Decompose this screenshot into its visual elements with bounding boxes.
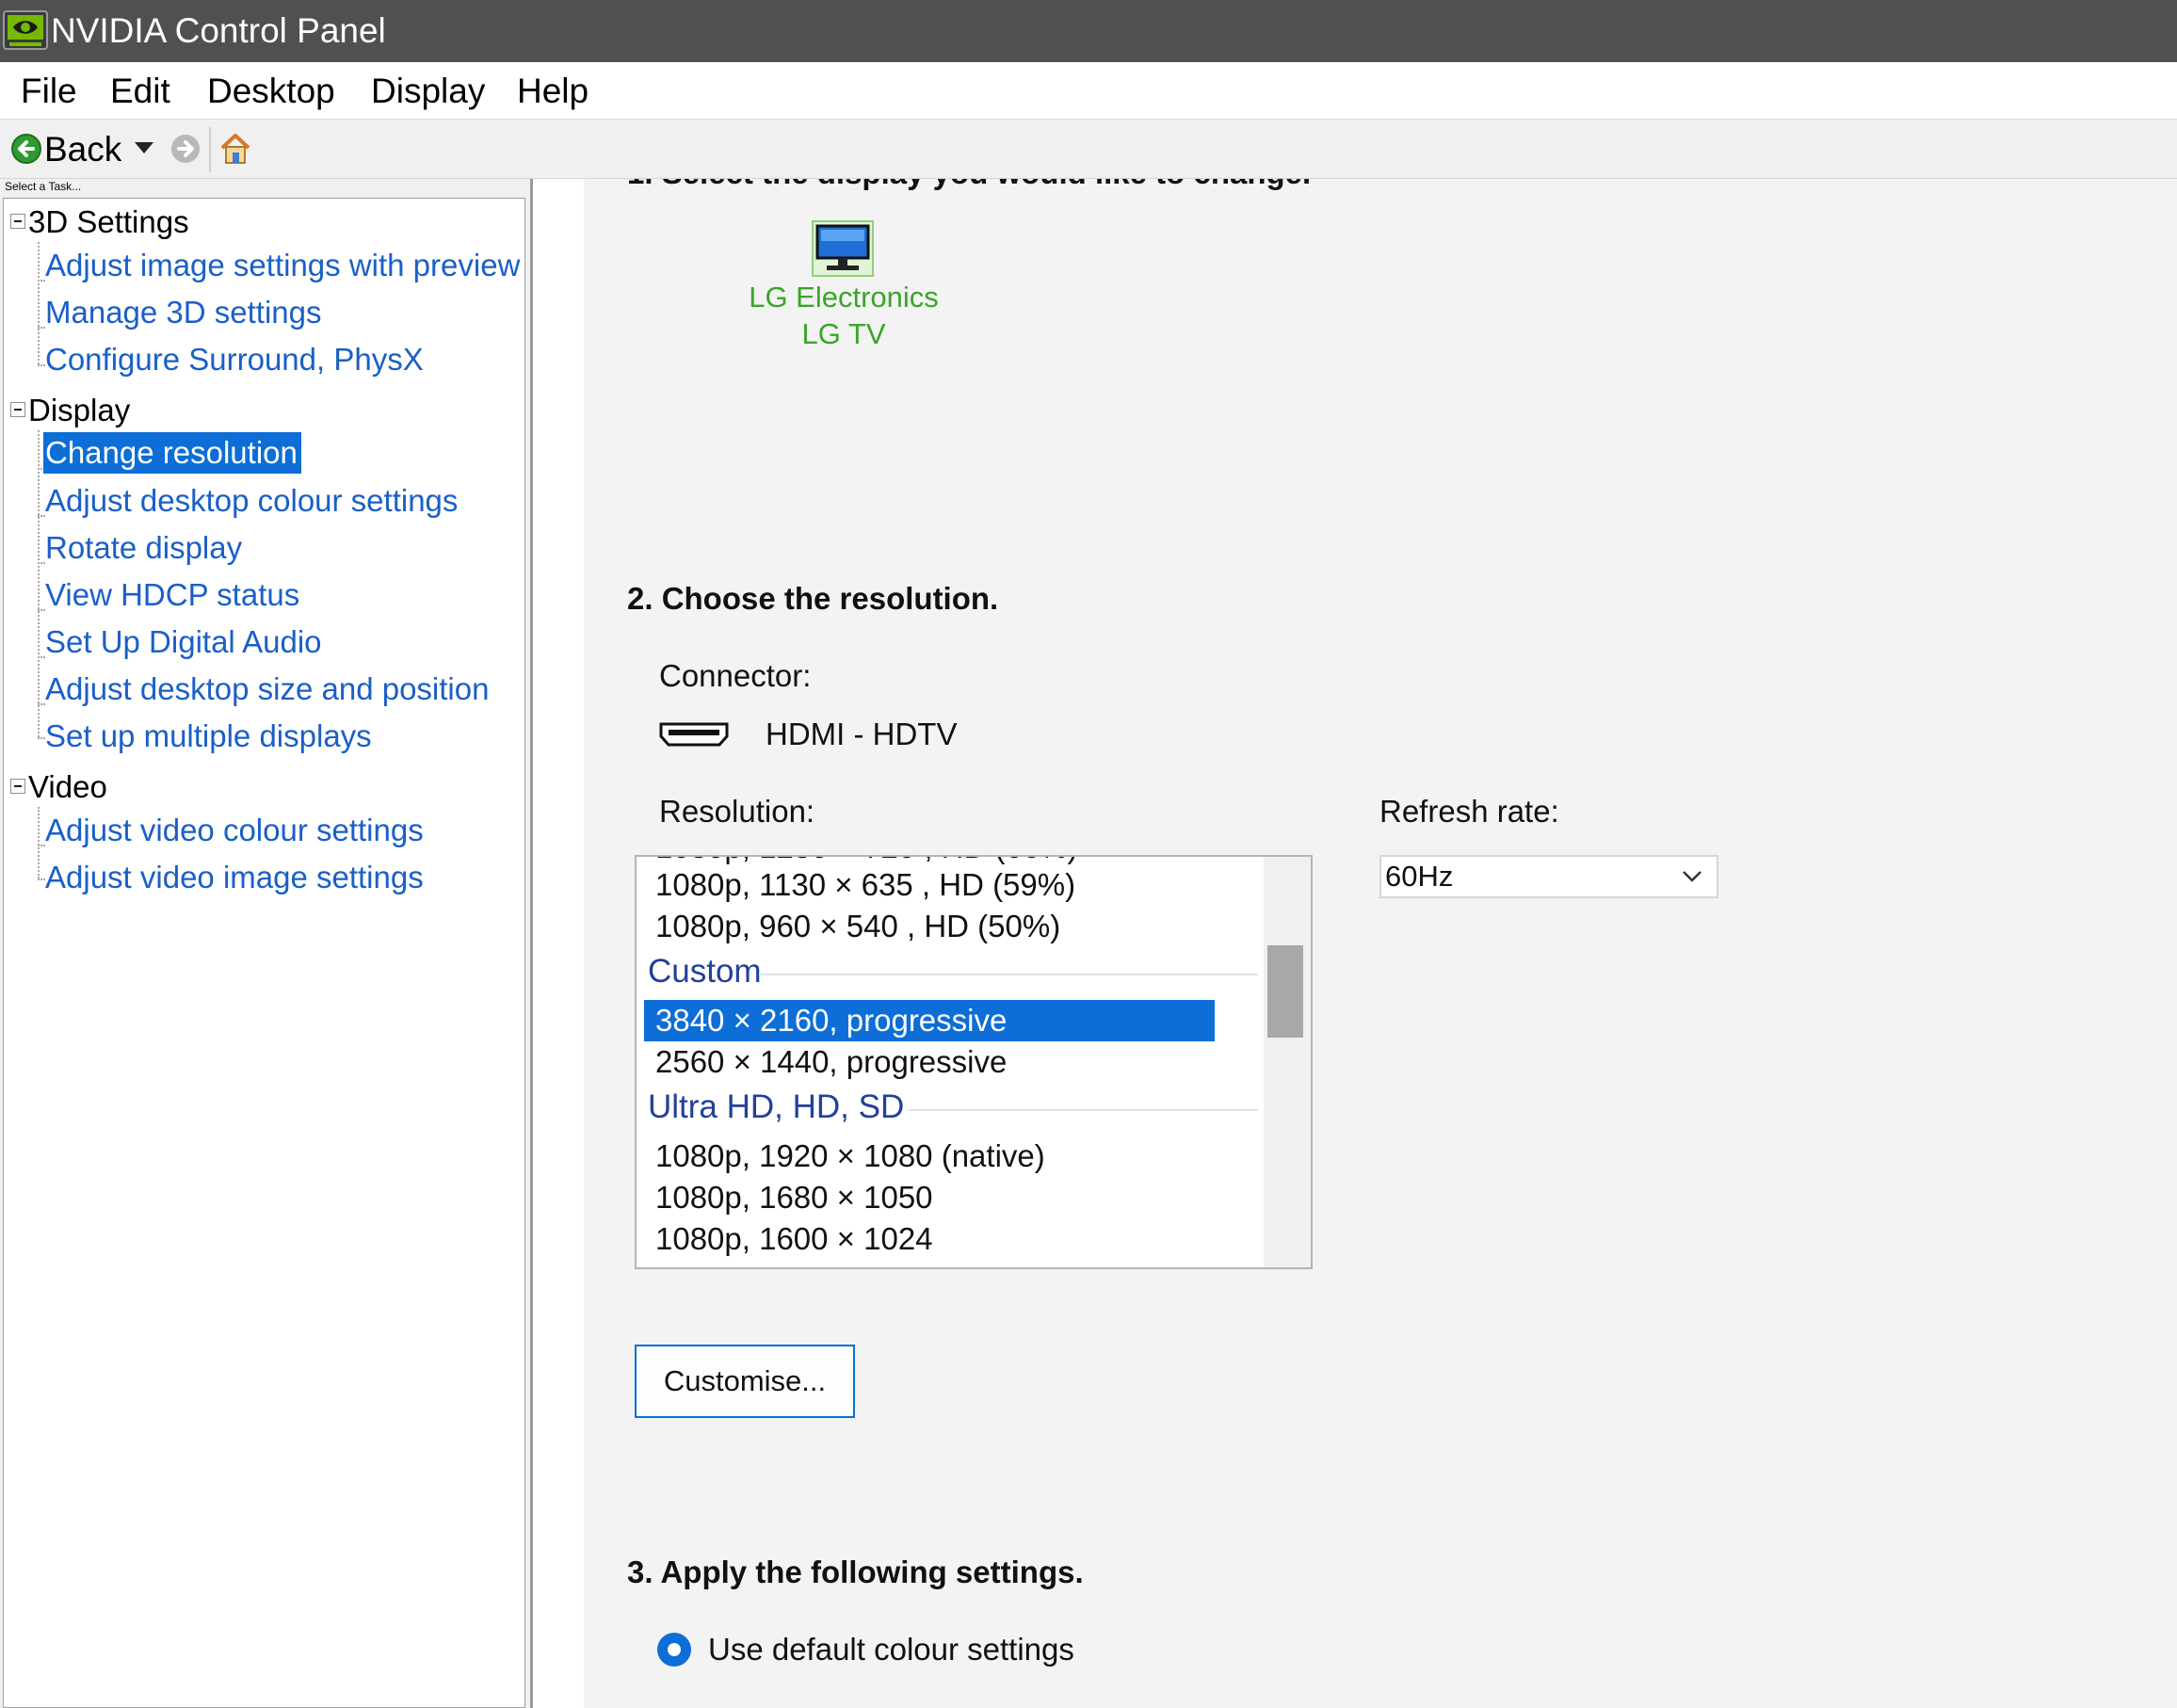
task-set-up-digital-audio[interactable]: Set Up Digital Audio <box>43 621 326 663</box>
section1-heading: 1. Select the display you would like to … <box>627 179 1311 194</box>
task-adjust-video-colour-settings[interactable]: Adjust video colour settings <box>43 810 427 851</box>
resolution-item[interactable]: 1080p, 1680 × 1050 <box>655 1177 933 1218</box>
menu-desktop[interactable]: Desktop <box>207 62 335 121</box>
connector-value: HDMI - HDTV <box>766 717 958 751</box>
customise-button[interactable]: Customise... <box>635 1345 855 1418</box>
tree-connector <box>38 430 40 737</box>
category-display[interactable]: Display <box>28 390 130 431</box>
resolution-item[interactable]: 2560 × 1440, progressive <box>655 1041 1007 1083</box>
task-set-up-multiple-displays[interactable]: Set up multiple displays <box>43 716 376 757</box>
resolution-item-selected[interactable]: 3840 × 2160, progressive <box>644 1000 1215 1041</box>
task-manage-3d-settings[interactable]: Manage 3D settings <box>43 292 326 333</box>
radio-default-colour-selected[interactable] <box>655 1631 693 1668</box>
refresh-rate-label: Refresh rate: <box>1379 794 1559 829</box>
resolution-item[interactable]: 1080p, 1130 × 635 , HD (59%) <box>655 864 1075 906</box>
task-configure-surround-physx[interactable]: Configure Surround, PhysX <box>43 339 427 380</box>
menu-edit[interactable]: Edit <box>110 62 170 121</box>
resolution-label: Resolution: <box>659 794 815 829</box>
content-pane: 1. Select the display you would like to … <box>533 179 2177 1708</box>
category-3d-settings[interactable]: 3D Settings <box>28 201 189 243</box>
task-tree: 3D Settings Adjust image settings with p… <box>3 198 525 1708</box>
category-video[interactable]: Video <box>28 766 107 808</box>
collapse-3d-settings-icon[interactable] <box>10 214 25 229</box>
tree-connector <box>38 807 40 878</box>
task-change-resolution[interactable]: Change resolution <box>43 432 301 474</box>
chevron-down-icon <box>1683 871 1701 882</box>
title-bar: NVIDIA Control Panel <box>0 0 2177 62</box>
nvidia-logo-icon <box>3 10 48 50</box>
task-adjust-desktop-colour-settings[interactable]: Adjust desktop colour settings <box>43 480 461 522</box>
section3-heading: 3. Apply the following settings. <box>627 1555 1084 1589</box>
refresh-rate-value: 60Hz <box>1385 860 1454 893</box>
connector-label: Connector: <box>659 658 812 693</box>
resolution-group-ultra-hd: Ultra HD, HD, SD <box>648 1088 905 1125</box>
menu-file[interactable]: File <box>21 62 77 121</box>
back-label: Back <box>44 130 122 169</box>
content-area: 1. Select the display you would like to … <box>584 179 2177 1708</box>
resolution-list[interactable]: 1080p, 1280 × 720 , HD (66%) 1080p, 1130… <box>635 855 1313 1269</box>
task-adjust-image-settings-with-preview[interactable]: Adjust image settings with preview <box>43 245 524 286</box>
collapse-display-icon[interactable] <box>10 402 25 417</box>
back-arrow-icon <box>11 134 41 164</box>
display-tile-lg-tv[interactable]: LG Electronics LG TV <box>744 220 943 362</box>
home-icon[interactable] <box>218 131 252 167</box>
resolution-group-custom: Custom <box>648 953 762 990</box>
radio-default-colour-label[interactable]: Use default colour settings <box>708 1629 1074 1670</box>
task-adjust-video-image-settings[interactable]: Adjust video image settings <box>43 857 427 898</box>
resolution-item[interactable]: 1080p, 960 × 540 , HD (50%) <box>655 906 1060 947</box>
scrollbar-thumb[interactable] <box>1267 945 1303 1038</box>
hdmi-connector-icon <box>659 722 729 747</box>
resolution-item[interactable]: 1080p, 1920 × 1080 (native) <box>655 1136 1045 1177</box>
toolbar-separator <box>209 127 211 172</box>
display-name-line1: LG Electronics <box>749 281 939 314</box>
group-divider <box>759 974 1258 975</box>
menu-help[interactable]: Help <box>517 62 589 121</box>
menu-display[interactable]: Display <box>371 62 485 121</box>
resolution-item[interactable]: 1080p, 1600 × 1024 <box>655 1218 933 1260</box>
task-pane-caption: Select a Task... <box>5 180 82 193</box>
collapse-video-icon[interactable] <box>10 779 25 794</box>
toolbar: Back <box>0 120 2177 180</box>
monitor-icon <box>812 220 874 277</box>
menu-bar: File Edit Desktop Display Help <box>0 62 2177 121</box>
task-adjust-desktop-size-and-position[interactable]: Adjust desktop size and position <box>43 669 492 710</box>
forward-arrow-icon[interactable] <box>169 133 202 165</box>
refresh-rate-dropdown[interactable]: 60Hz <box>1379 855 1718 898</box>
dropdown-arrow-icon[interactable] <box>133 140 155 155</box>
group-divider <box>908 1109 1258 1111</box>
task-rotate-display[interactable]: Rotate display <box>43 527 246 569</box>
task-view-hdcp-status[interactable]: View HDCP status <box>43 574 303 616</box>
section2-heading: 2. Choose the resolution. <box>627 581 999 616</box>
resolution-scrollbar[interactable] <box>1264 857 1311 1267</box>
back-button[interactable]: Back <box>0 120 121 178</box>
display-name-line2: LG TV <box>801 317 886 350</box>
tree-connector <box>38 242 40 364</box>
window-title: NVIDIA Control Panel <box>51 11 386 50</box>
task-pane: Select a Task... 3D Settings Adjust imag… <box>0 179 532 1708</box>
